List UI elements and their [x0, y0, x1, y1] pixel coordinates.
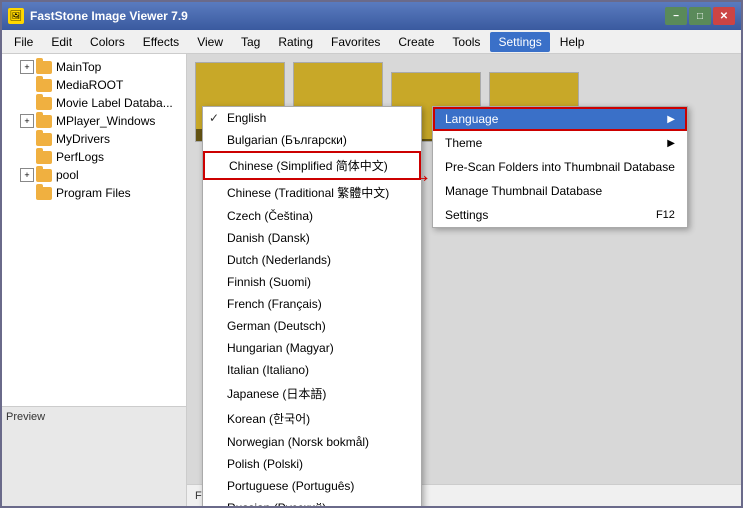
- folder-icon-mplayer: [36, 115, 52, 128]
- settings-language[interactable]: Language ▶: [433, 107, 687, 131]
- tree-item-pool[interactable]: + pool: [2, 166, 186, 184]
- folder-icon-programfiles: [36, 187, 52, 200]
- folder-icon-perflogs: [36, 151, 52, 164]
- window-controls: − □ ✕: [665, 7, 735, 25]
- settings-manage-label: Manage Thumbnail Database: [445, 184, 602, 198]
- tree-item-movielabel[interactable]: Movie Label Databa...: [2, 94, 186, 112]
- menu-view[interactable]: View: [189, 32, 231, 52]
- tree-item-mydrivers[interactable]: MyDrivers: [2, 130, 186, 148]
- tree-label-perflogs: PerfLogs: [56, 150, 104, 164]
- tree-label-mediaroot: MediaROOT: [56, 78, 123, 92]
- expander-pool[interactable]: +: [20, 168, 34, 182]
- main-content: + MainTop MediaROOT Movie Label Databa..…: [2, 54, 741, 506]
- settings-prescan-label: Pre-Scan Folders into Thumbnail Database: [445, 160, 675, 174]
- menu-file[interactable]: File: [6, 32, 41, 52]
- lang-chinese-traditional[interactable]: Chinese (Traditional 繁體中文): [203, 180, 421, 205]
- file-tree[interactable]: + MainTop MediaROOT Movie Label Databa..…: [2, 54, 186, 406]
- menu-rating[interactable]: Rating: [270, 32, 321, 52]
- title-bar: 🖼 FastStone Image Viewer 7.9 − □ ✕: [2, 2, 741, 30]
- main-window: 🖼 FastStone Image Viewer 7.9 − □ ✕ File …: [0, 0, 743, 508]
- preview-label: Preview: [6, 411, 45, 423]
- title-bar-left: 🖼 FastStone Image Viewer 7.9: [8, 8, 188, 24]
- settings-settings-label: Settings: [445, 208, 488, 222]
- folder-icon-mydrivers: [36, 133, 52, 146]
- lang-japanese[interactable]: Japanese (日本語): [203, 381, 421, 406]
- lang-polish[interactable]: Polish (Polski): [203, 453, 421, 475]
- settings-prescan[interactable]: Pre-Scan Folders into Thumbnail Database: [433, 155, 687, 179]
- expander-mplayer[interactable]: +: [20, 114, 34, 128]
- settings-shortcut: F12: [656, 209, 675, 221]
- language-menu: English Bulgarian (Български) Chinese (S…: [202, 106, 422, 506]
- settings-dropdown: Language ▶ Theme ▶ Pre-Scan Folders into…: [432, 106, 688, 228]
- arrow-indicator: →: [410, 162, 432, 188]
- expander-maintop[interactable]: +: [20, 60, 34, 74]
- left-panel: + MainTop MediaROOT Movie Label Databa..…: [2, 54, 187, 506]
- menu-tag[interactable]: Tag: [233, 32, 268, 52]
- window-title: FastStone Image Viewer 7.9: [30, 9, 188, 23]
- menu-favorites[interactable]: Favorites: [323, 32, 388, 52]
- close-button[interactable]: ✕: [713, 7, 735, 25]
- maximize-button[interactable]: □: [689, 7, 711, 25]
- folder-icon-pool: [36, 169, 52, 182]
- lang-norwegian[interactable]: Norwegian (Norsk bokmål): [203, 431, 421, 453]
- lang-russian[interactable]: Russian (Русский): [203, 497, 421, 506]
- menu-tools[interactable]: Tools: [444, 32, 488, 52]
- lang-bulgarian[interactable]: Bulgarian (Български): [203, 129, 421, 151]
- tree-label-mplayer: MPlayer_Windows: [56, 114, 155, 128]
- lang-korean[interactable]: Korean (한국어): [203, 406, 421, 431]
- tree-label-mydrivers: MyDrivers: [56, 132, 110, 146]
- folder-icon-mediaroot: [36, 79, 52, 92]
- app-icon: 🖼: [8, 8, 24, 24]
- menu-edit[interactable]: Edit: [43, 32, 80, 52]
- lang-portuguese[interactable]: Portuguese (Português): [203, 475, 421, 497]
- tree-label-pool: pool: [56, 168, 79, 182]
- lang-italian[interactable]: Italian (Italiano): [203, 359, 421, 381]
- settings-theme[interactable]: Theme ▶: [433, 131, 687, 155]
- minimize-button[interactable]: −: [665, 7, 687, 25]
- language-submenu-arrow: ▶: [667, 114, 675, 125]
- tree-label-movielabel: Movie Label Databa...: [56, 96, 173, 110]
- theme-submenu-arrow: ▶: [667, 138, 675, 149]
- settings-theme-label: Theme: [445, 136, 482, 150]
- lang-dutch[interactable]: Dutch (Nederlands): [203, 249, 421, 271]
- tree-item-programfiles[interactable]: Program Files: [2, 184, 186, 202]
- lang-french[interactable]: French (Français): [203, 293, 421, 315]
- tree-label-maintop: MainTop: [56, 60, 101, 74]
- settings-manage-thumbnails[interactable]: Manage Thumbnail Database: [433, 179, 687, 203]
- tree-item-maintop[interactable]: + MainTop: [2, 58, 186, 76]
- folder-icon-maintop: [36, 61, 52, 74]
- menu-effects[interactable]: Effects: [135, 32, 187, 52]
- lang-hungarian[interactable]: Hungarian (Magyar): [203, 337, 421, 359]
- tree-label-programfiles: Program Files: [56, 186, 131, 200]
- lang-czech[interactable]: Czech (Čeština): [203, 205, 421, 227]
- lang-danish[interactable]: Danish (Dansk): [203, 227, 421, 249]
- menu-settings[interactable]: Settings: [490, 32, 549, 52]
- lang-german[interactable]: German (Deutsch): [203, 315, 421, 337]
- menu-bar: File Edit Colors Effects View Tag Rating…: [2, 30, 741, 54]
- menu-help[interactable]: Help: [552, 32, 593, 52]
- preview-area: Preview: [2, 406, 186, 506]
- menu-colors[interactable]: Colors: [82, 32, 133, 52]
- folder-icon-movielabel: [36, 97, 52, 110]
- settings-settings[interactable]: Settings F12: [433, 203, 687, 227]
- lang-english[interactable]: English: [203, 107, 421, 129]
- lang-chinese-simplified[interactable]: Chinese (Simplified 简体中文): [203, 151, 421, 180]
- settings-language-label: Language: [445, 112, 498, 126]
- tree-item-mediaroot[interactable]: MediaROOT: [2, 76, 186, 94]
- lang-finnish[interactable]: Finnish (Suomi): [203, 271, 421, 293]
- menu-create[interactable]: Create: [390, 32, 442, 52]
- tree-item-perflogs[interactable]: PerfLogs: [2, 148, 186, 166]
- tree-item-mplayer[interactable]: + MPlayer_Windows: [2, 112, 186, 130]
